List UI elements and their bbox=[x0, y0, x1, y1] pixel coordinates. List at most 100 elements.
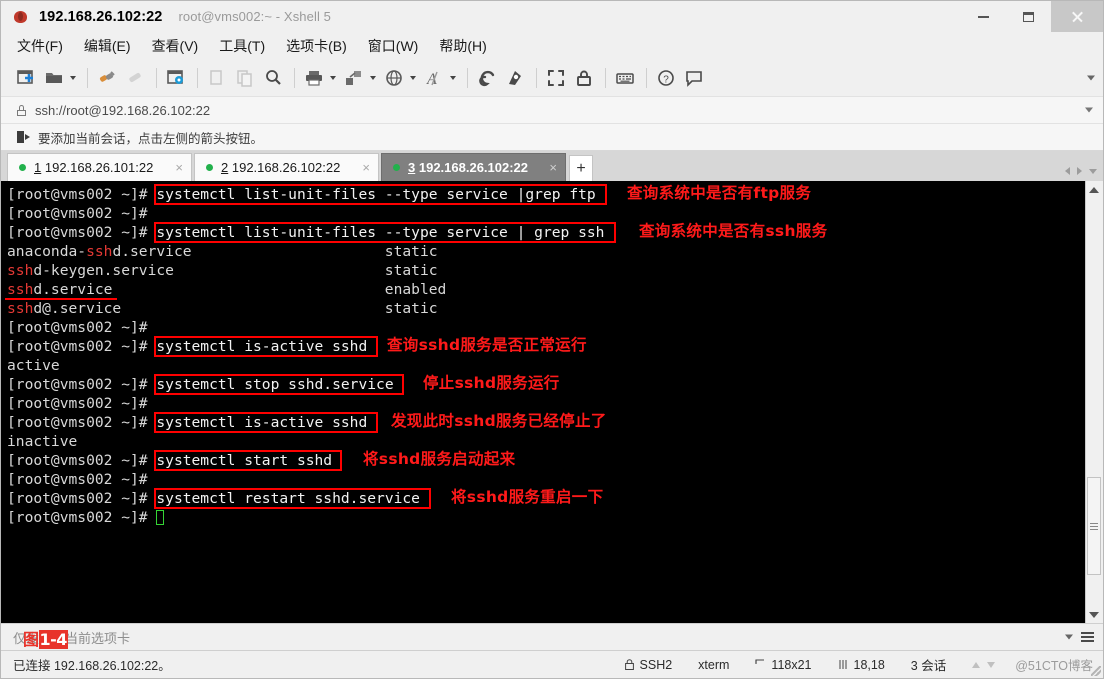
terminal-prompt: [root@vms002 ~]# bbox=[7, 471, 157, 488]
add-session-arrow-icon[interactable] bbox=[17, 131, 30, 143]
toolbar-separator bbox=[294, 68, 295, 88]
toolbar-separator bbox=[536, 68, 537, 88]
lock-icon[interactable] bbox=[571, 65, 597, 91]
annotation-text: 查询系统中是否有ssh服务 bbox=[639, 222, 828, 240]
tab-1[interactable]: 1 192.168.26.101:22 × bbox=[7, 153, 192, 181]
scroll-up-icon[interactable] bbox=[1086, 181, 1102, 198]
tab-3[interactable]: 3 192.168.26.102:22 × bbox=[381, 153, 566, 181]
status-items: SSH2 xterm 118x21 18,18 3 会话 @51CTO博客 bbox=[599, 655, 1093, 674]
terminal-text: d-keygen.service static bbox=[33, 262, 438, 279]
session-properties-icon[interactable] bbox=[163, 65, 189, 91]
tab-bar-controls bbox=[1065, 167, 1097, 175]
toolbar-separator bbox=[156, 68, 157, 88]
hint-bar: 要添加当前会话，点击左侧的箭头按钮。 bbox=[1, 124, 1103, 151]
terminal-scrollbar[interactable] bbox=[1085, 181, 1103, 623]
status-terminal-type-label: xterm bbox=[698, 657, 730, 672]
tab-host: 192.168.26.101:22 bbox=[44, 160, 154, 175]
menu-tabs[interactable]: 选项卡(B) bbox=[286, 36, 347, 56]
resize-grip-icon[interactable] bbox=[1091, 666, 1101, 676]
tab-2[interactable]: 2 192.168.26.102:22 × bbox=[194, 153, 379, 181]
menu-file[interactable]: 文件(F) bbox=[17, 36, 63, 56]
fullscreen-icon[interactable] bbox=[543, 65, 569, 91]
cursor-icon bbox=[838, 659, 848, 670]
tab-number: 3 bbox=[408, 160, 416, 175]
find-icon[interactable] bbox=[260, 65, 286, 91]
close-button[interactable] bbox=[1051, 1, 1103, 32]
menu-help[interactable]: 帮助(H) bbox=[439, 36, 486, 56]
new-tab-button[interactable]: + bbox=[569, 155, 593, 181]
close-icon bbox=[1071, 10, 1084, 23]
ftp-icon[interactable] bbox=[502, 65, 528, 91]
font-icon[interactable]: A bbox=[421, 65, 447, 91]
title-bar: 192.168.26.102:22 root@vms002:~ - Xshell… bbox=[1, 1, 1103, 32]
globe-icon[interactable] bbox=[381, 65, 407, 91]
chat-icon[interactable] bbox=[681, 65, 707, 91]
terminal-prompt: [root@vms002 ~]# bbox=[7, 224, 157, 241]
chevron-down-icon[interactable] bbox=[1065, 634, 1073, 640]
chevron-right-icon[interactable] bbox=[1077, 167, 1082, 175]
terminal-command: systemctl start sshd bbox=[156, 452, 333, 469]
status-cursor-label: 18,18 bbox=[853, 657, 885, 672]
menu-window[interactable]: 窗口(W) bbox=[368, 36, 419, 56]
address-bar[interactable]: ssh://root@192.168.26.102:22 bbox=[1, 96, 1103, 124]
new-session-icon[interactable] bbox=[13, 65, 39, 91]
open-folder-dropdown-icon[interactable] bbox=[70, 76, 76, 80]
tab-close-button[interactable]: × bbox=[161, 161, 183, 174]
terminal-prompt: [root@vms002 ~]# bbox=[7, 186, 157, 203]
chevron-down-icon[interactable] bbox=[1085, 107, 1093, 113]
terminal-command: systemctl list-unit-files --type service… bbox=[156, 224, 605, 241]
maximize-button[interactable] bbox=[1006, 1, 1051, 32]
grep-match: ssh bbox=[86, 243, 113, 260]
send-bar[interactable]: 仅发送到当前选项卡 图1-4 bbox=[1, 623, 1103, 650]
menu-tools[interactable]: 工具(T) bbox=[219, 36, 265, 56]
connect-icon[interactable] bbox=[94, 65, 120, 91]
tab-close-button[interactable]: × bbox=[535, 161, 557, 174]
menu-view[interactable]: 查看(V) bbox=[152, 36, 199, 56]
terminal-text: anaconda- bbox=[7, 243, 87, 260]
status-size-label: 118x21 bbox=[771, 657, 812, 672]
globe-dropdown-icon[interactable] bbox=[410, 76, 416, 80]
terminal-text: d.service enabled bbox=[33, 281, 447, 298]
tab-number: 1 bbox=[34, 160, 42, 175]
tab-host: 192.168.26.102:22 bbox=[418, 160, 529, 175]
minimize-button[interactable] bbox=[961, 1, 1006, 32]
chevron-left-icon[interactable] bbox=[1065, 167, 1070, 175]
print-dropdown-icon[interactable] bbox=[330, 76, 336, 80]
print-icon[interactable] bbox=[301, 65, 327, 91]
terminal-command: systemctl is-active sshd bbox=[156, 414, 368, 431]
hint-text: 要添加当前会话，点击左侧的箭头按钮。 bbox=[38, 131, 264, 146]
grep-match: ssh bbox=[7, 262, 34, 279]
tab-list-icon[interactable] bbox=[1089, 168, 1097, 174]
annotation-text: 将sshd服务启动起来 bbox=[363, 450, 516, 468]
terminal-command: systemctl is-active sshd bbox=[156, 338, 368, 355]
terminal-line: [root@vms002 ~]# bbox=[7, 470, 1085, 489]
copy-icon[interactable] bbox=[204, 65, 230, 91]
transfer-dropdown-icon[interactable] bbox=[370, 76, 376, 80]
terminal-text: active bbox=[7, 357, 60, 374]
hamburger-menu-icon[interactable] bbox=[1081, 632, 1094, 642]
tab-label: 2 192.168.26.102:22 bbox=[221, 160, 340, 175]
status-cursor: 18,18 bbox=[838, 658, 885, 672]
terminal-line: [root@vms002 ~]# bbox=[7, 508, 1085, 527]
terminal-line: [root@vms002 ~]# bbox=[7, 318, 1085, 337]
transfer-icon[interactable] bbox=[341, 65, 367, 91]
toolbar-overflow-icon[interactable] bbox=[1087, 75, 1095, 81]
keyboard-icon[interactable] bbox=[612, 65, 638, 91]
menu-edit[interactable]: 编辑(E) bbox=[84, 36, 131, 56]
paste-icon[interactable] bbox=[232, 65, 258, 91]
font-dropdown-icon[interactable] bbox=[450, 76, 456, 80]
toolbar-separator bbox=[646, 68, 647, 88]
terminal-output[interactable]: [root@vms002 ~]# systemctl list-unit-fil… bbox=[1, 181, 1085, 623]
help-icon[interactable]: ? bbox=[653, 65, 679, 91]
open-folder-icon[interactable] bbox=[41, 65, 67, 91]
status-traffic-indicators bbox=[972, 661, 996, 668]
terminal-line: [root@vms002 ~]# systemctl list-unit-fil… bbox=[7, 185, 1085, 204]
scroll-down-icon[interactable] bbox=[1086, 606, 1102, 623]
scrollbar-thumb[interactable] bbox=[1087, 477, 1101, 575]
terminal-line: inactive bbox=[7, 432, 1085, 451]
tab-close-button[interactable]: × bbox=[348, 161, 370, 174]
window-title-main: 192.168.26.102:22 bbox=[39, 8, 163, 25]
disconnect-icon[interactable] bbox=[122, 65, 148, 91]
ssh-icon[interactable] bbox=[474, 65, 500, 91]
toolbar-separator bbox=[87, 68, 88, 88]
